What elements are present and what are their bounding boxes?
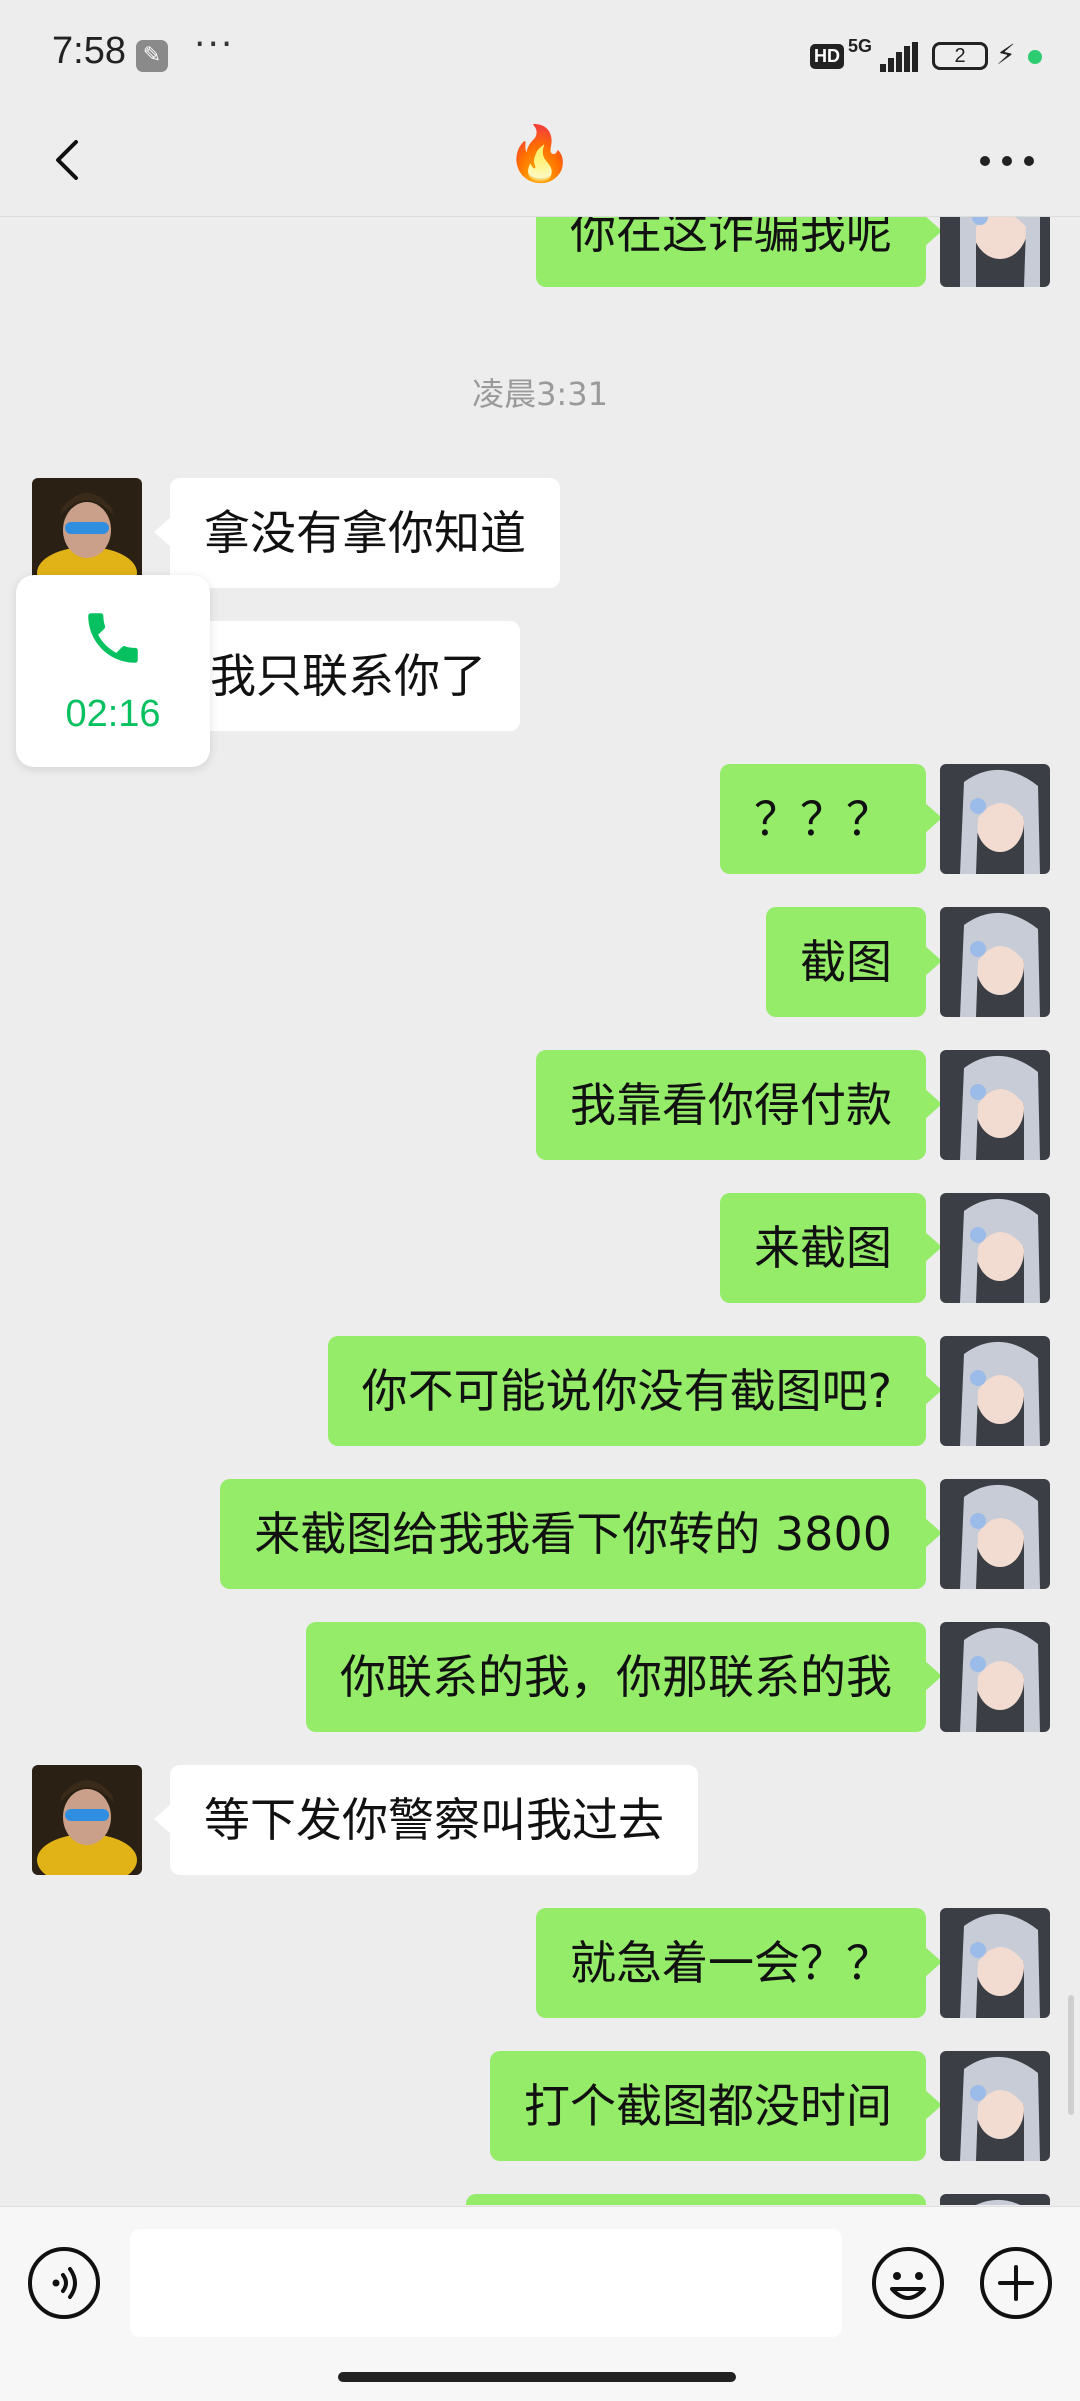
call-duration: 02:16	[65, 693, 161, 735]
my-avatar[interactable]	[940, 1479, 1050, 1589]
home-indicator[interactable]	[338, 2372, 736, 2382]
message-list[interactable]: 你在这诈骗我呢 凌晨3:31 拿没有拿你知道 我只联系你了 ？？？ 截图 我靠看…	[0, 217, 1080, 2205]
message-bubble[interactable]: 你不可能说你没有截图吧?	[327, 1336, 943, 1446]
message-bubble[interactable]: 打个截图都没时间	[490, 2051, 942, 2161]
phone-icon	[88, 613, 138, 663]
status-bar: 7:58 ✎ ··· HD 5G 2 ⚡	[0, 0, 1080, 112]
message-bubble[interactable]: 拿没有拿你知道	[154, 478, 560, 588]
plus-button[interactable]	[978, 2245, 1054, 2321]
voice-button[interactable]	[26, 2245, 102, 2321]
message-bubble[interactable]: 来截图给我我看下你转的 3800	[220, 1479, 942, 1589]
message-bubble[interactable]: 就急着一会？？	[536, 1908, 942, 2018]
my-avatar[interactable]	[940, 1336, 1050, 1446]
my-avatar[interactable]	[940, 1622, 1050, 1732]
my-avatar[interactable]	[940, 2194, 1050, 2205]
my-avatar[interactable]	[940, 2051, 1050, 2161]
contact-avatar[interactable]	[32, 478, 142, 588]
my-avatar[interactable]	[940, 217, 1050, 287]
chat-header: 🔥	[0, 112, 1080, 217]
voice-icon	[28, 2247, 100, 2319]
message-bubble-partial[interactable]	[466, 2194, 926, 2205]
signal-icon	[880, 42, 918, 72]
message-bubble[interactable]: 来截图	[720, 1193, 942, 1303]
privacy-indicator-icon	[1028, 50, 1042, 64]
my-avatar[interactable]	[940, 1050, 1050, 1160]
emoji-icon	[872, 2247, 944, 2319]
scrollbar[interactable]	[1068, 1995, 1074, 2115]
emoji-button[interactable]	[870, 2245, 946, 2321]
message-bubble[interactable]: 截图	[766, 907, 942, 1017]
message-timestamp: 凌晨3:31	[472, 375, 608, 413]
battery-icon: 2	[932, 42, 988, 70]
message-bubble[interactable]: 我靠看你得付款	[536, 1050, 942, 1160]
my-avatar[interactable]	[940, 907, 1050, 1017]
hd-badge: HD	[810, 44, 844, 69]
message-bubble[interactable]: 你在这诈骗我呢	[536, 217, 942, 287]
more-options-button[interactable]	[980, 150, 1040, 170]
message-bubble[interactable]: 等下发你警察叫我过去	[154, 1765, 698, 1875]
my-avatar[interactable]	[940, 1908, 1050, 2018]
plus-icon	[980, 2247, 1052, 2319]
contact-avatar[interactable]	[32, 1765, 142, 1875]
my-avatar[interactable]	[940, 764, 1050, 874]
my-avatar[interactable]	[940, 1193, 1050, 1303]
message-input[interactable]	[130, 2229, 842, 2337]
network-type: 5G	[848, 36, 873, 56]
wrench-icon: ✎	[136, 40, 168, 72]
chat-title: 🔥	[506, 122, 574, 185]
status-time: 7:58	[52, 30, 126, 72]
message-bubble[interactable]: ？？？	[720, 764, 942, 874]
status-more-dots: ···	[194, 24, 235, 65]
message-bubble[interactable]: 我只联系你了	[154, 621, 520, 731]
message-bubble[interactable]: 你联系的我，你那联系的我	[306, 1622, 942, 1732]
floating-call-widget[interactable]: 02:16	[16, 575, 210, 767]
charging-icon: ⚡	[996, 38, 1016, 71]
